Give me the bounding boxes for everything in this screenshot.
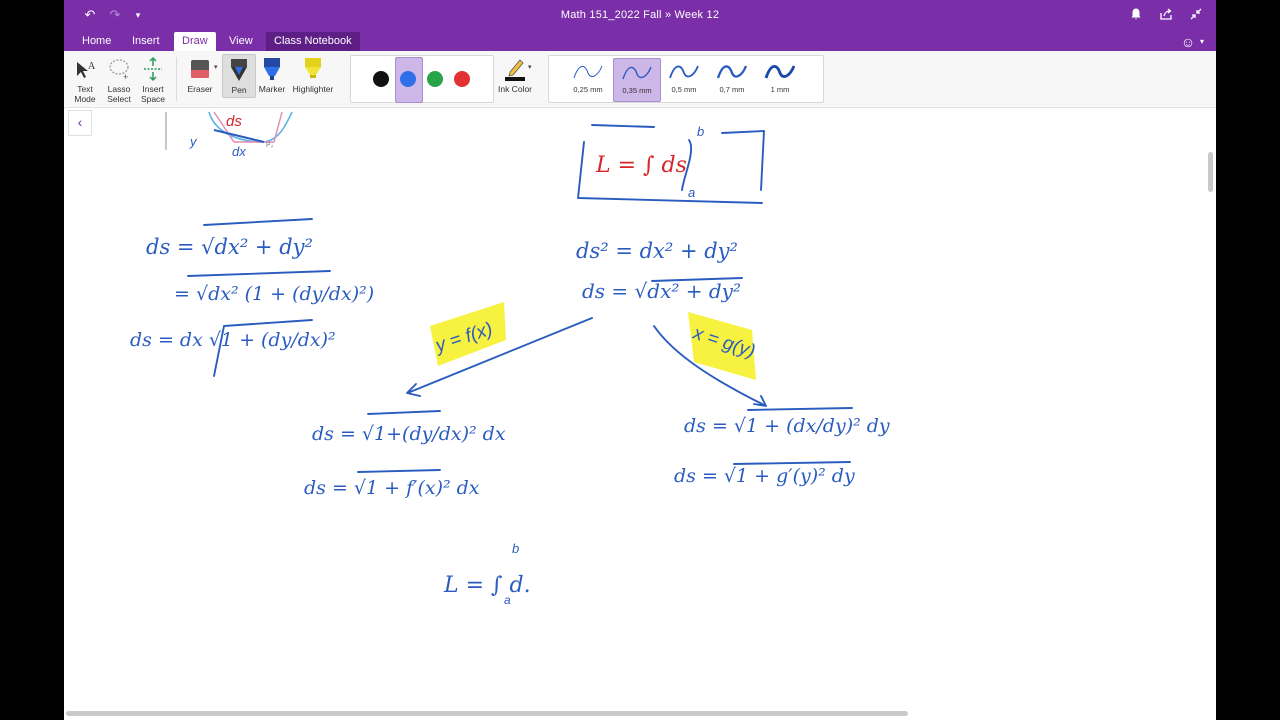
left-eq-3: ds = dx √1 + (dy/dx)² xyxy=(130,329,336,351)
highlight-x-gy: x = g(y) xyxy=(688,312,758,380)
bottom-eq: L = ∫ d. xyxy=(443,573,531,598)
figure-dx-label: dx xyxy=(232,144,246,159)
vertical-scrollbar[interactable] xyxy=(1208,152,1213,192)
figure-ds-label: ds xyxy=(226,113,242,130)
ink-canvas[interactable]: ds dx y P₂ L = ∫ ds b a ds = √dx² + dy² … xyxy=(64,0,1216,720)
left-eq-1: ds = √dx² + dy² xyxy=(146,235,313,259)
left-eq-2: = √dx² (1 + (dy/dx)²) xyxy=(174,283,374,305)
bottom-upper-limit: b xyxy=(512,541,519,556)
highlight-y-fx: y = f(x) xyxy=(430,302,506,366)
mid-left-eq-2: ds = √1 + f′(x)² dx xyxy=(304,477,480,499)
sqrt-bar xyxy=(747,407,853,411)
mid-right-eq-1: ds = √1 + (dx/dy)² dy xyxy=(684,415,890,437)
sqrt-bar xyxy=(187,270,331,277)
mid-left-eq-1: ds = √1+(dy/dx)² dx xyxy=(312,423,506,445)
box-lower-limit: a xyxy=(688,185,695,200)
horizontal-scrollbar[interactable] xyxy=(66,711,908,716)
sqrt-bar xyxy=(357,469,441,473)
figure-y-label: y xyxy=(189,134,198,149)
center-eq-1: ds² = dx² + dy² xyxy=(576,239,738,263)
sqrt-bar xyxy=(367,410,441,415)
bottom-lower-limit: a xyxy=(504,593,511,607)
onenote-window: ↶ ↷ ▾ Math 151_2022 Fall » Week 12 Home … xyxy=(64,0,1216,720)
arc-length-figure: ds dx y P₂ xyxy=(165,111,293,159)
boxed-arc-length-formula: L = ∫ ds b a xyxy=(577,124,765,204)
box-formula: L = ∫ ds xyxy=(595,153,687,178)
figure-p2-label: P₂ xyxy=(266,142,274,149)
center-eq-2: ds = √dx² + dy² xyxy=(582,279,741,303)
sqrt-bar xyxy=(733,461,851,465)
mid-right-eq-2: ds = √1 + g′(y)² dy xyxy=(674,465,855,487)
box-upper-limit: b xyxy=(697,124,704,139)
sqrt-bar xyxy=(203,218,313,226)
